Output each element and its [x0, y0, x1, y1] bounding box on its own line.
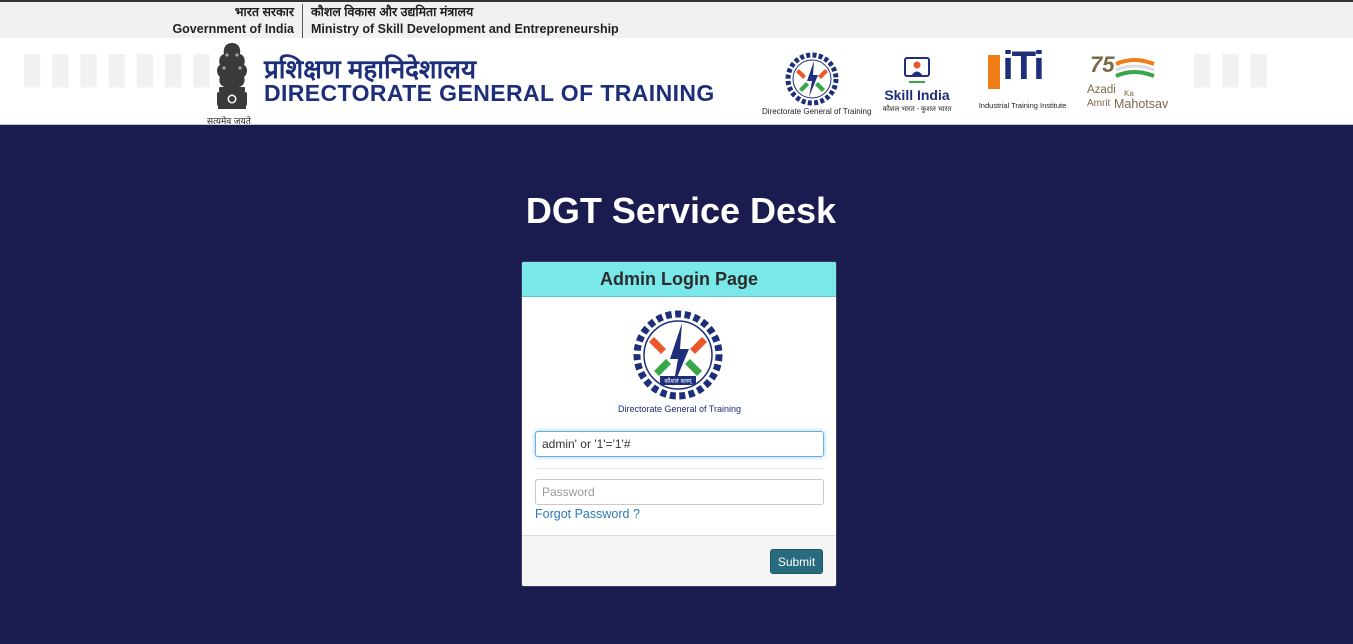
skill-india-logo: Skill India कौशल भारत - कुशल भारत — [872, 38, 962, 124]
gov-english-text: Government of India — [172, 22, 294, 36]
ministry-label: कौशल विकास और उद्यमिता मंत्रालय Ministry… — [311, 4, 619, 38]
azadi-ka-amrit-mahotsav-logo: 75 Azadi Ka Amrit Mahotsav — [1084, 38, 1174, 124]
skill-india-figure-icon — [904, 57, 930, 83]
login-card-heading: Admin Login Page — [522, 262, 836, 297]
topbar-divider — [302, 4, 303, 38]
page-title: DGT Service Desk — [525, 190, 837, 231]
emblem-caption: सत्यमेव जयते — [207, 116, 251, 125]
iti-orange-bar-icon — [988, 55, 1000, 89]
forgot-password-link[interactable]: Forgot Password ? — [535, 507, 640, 521]
dgt-gear-icon — [785, 52, 839, 106]
national-emblem-icon — [217, 43, 247, 109]
dgt-logo-caption: Directorate General of Training — [762, 107, 872, 116]
skill-india-subtitle: कौशल भारत - कुशल भारत — [882, 106, 952, 113]
site-header: ▮▮▮▮▮▮▮▮ ▮▮▮ सत्यमेव जयते प्रशिक्षण महान… — [0, 38, 1353, 125]
dgt-motto-text: कौशलं बलम् — [664, 377, 692, 385]
admin-login-card: Admin Login Page कौशलं बलम् Directorate … — [521, 261, 837, 587]
login-dgt-logo: कौशलं बलम् Directorate General of Traini… — [618, 307, 742, 417]
azadi-amrit-word: Amrit — [1087, 98, 1111, 109]
iti-caption: Industrial Training Institute — [978, 101, 1067, 110]
login-card-footer: Submit — [522, 535, 836, 586]
password-input[interactable] — [535, 479, 824, 505]
tricolour-wave-icon — [1115, 58, 1155, 78]
government-bar: भारत सरकार Government of India कौशल विका… — [0, 0, 1353, 38]
header-watermark-right: ▮▮▮ — [1190, 43, 1275, 92]
dgt-title-english: DIRECTORATE GENERAL OF TRAINING — [264, 80, 715, 106]
azadi-mahotsav-word: Mahotsav — [1114, 97, 1169, 111]
login-logo-caption: Directorate General of Training — [618, 404, 742, 414]
skill-india-title: Skill India — [884, 87, 950, 103]
ministry-english-text: Ministry of Skill Development and Entrep… — [311, 22, 619, 36]
government-of-india-label: भारत सरकार Government of India — [172, 4, 294, 38]
dgt-emblem-icon: कौशलं बलम् — [633, 310, 723, 400]
azadi-75-mark: 75 — [1090, 52, 1115, 77]
submit-button[interactable]: Submit — [770, 549, 823, 574]
username-input[interactable] — [535, 431, 824, 457]
ministry-hindi-text: कौशल विकास और उद्यमिता मंत्रालय — [311, 5, 474, 19]
iti-logo: iTi Industrial Training Institute — [975, 38, 1070, 124]
dgt-logo: Directorate General of Training — [762, 38, 872, 124]
gov-hindi-text: भारत सरकार — [234, 5, 294, 19]
form-divider — [535, 468, 824, 469]
azadi-word: Azadi — [1087, 84, 1116, 96]
